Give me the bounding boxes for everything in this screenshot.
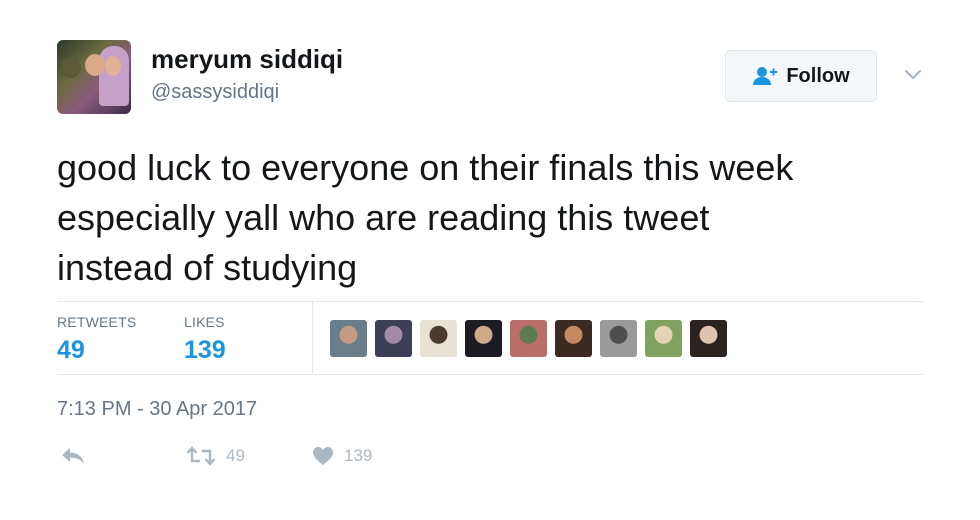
- liker-avatar[interactable]: [510, 320, 547, 357]
- liker-avatar[interactable]: [690, 320, 727, 357]
- add-user-icon: [753, 67, 778, 85]
- liker-avatar[interactable]: [465, 320, 502, 357]
- liker-avatar[interactable]: [330, 320, 367, 357]
- liker-avatar[interactable]: [600, 320, 637, 357]
- tweet-text-line: good luck to everyone on their finals th…: [57, 147, 794, 188]
- retweets-label[interactable]: RETWEETS: [57, 314, 136, 330]
- follow-button[interactable]: Follow: [725, 50, 877, 102]
- like-action-count: 139: [344, 446, 373, 465]
- avatar-detail: [105, 56, 121, 76]
- retweets-count[interactable]: 49: [57, 336, 85, 365]
- divider: [312, 302, 313, 374]
- reply-button[interactable]: [60, 446, 86, 466]
- user-handle[interactable]: @sassysiddiqi: [151, 81, 279, 104]
- avatar-detail: [99, 46, 129, 106]
- retweet-button[interactable]: 49: [186, 446, 245, 466]
- tweet-text-line: especially yall who are reading this twe…: [57, 197, 710, 238]
- divider: [57, 374, 924, 375]
- liker-avatar[interactable]: [420, 320, 457, 357]
- reply-icon: [62, 448, 84, 464]
- likes-count[interactable]: 139: [184, 336, 226, 365]
- tweet-text-line: instead of studying: [57, 247, 358, 288]
- likes-label[interactable]: LIKES: [184, 314, 225, 330]
- heart-icon: [313, 447, 333, 465]
- tweet-timestamp[interactable]: 7:13 PM - 30 Apr 2017: [57, 398, 257, 421]
- liker-avatar[interactable]: [555, 320, 592, 357]
- liker-avatar[interactable]: [375, 320, 412, 357]
- avatar-detail: [61, 58, 81, 78]
- tweet-text: good luck to everyone on their finals th…: [57, 143, 937, 293]
- follow-button-label: Follow: [786, 64, 850, 87]
- avatar[interactable]: [57, 40, 131, 114]
- divider: [57, 301, 924, 302]
- display-name[interactable]: meryum siddiqi: [151, 44, 343, 75]
- liker-avatar[interactable]: [645, 320, 682, 357]
- chevron-down-icon[interactable]: [902, 63, 924, 85]
- avatar-detail: [85, 54, 105, 76]
- likers-avatars: [330, 320, 727, 357]
- like-button[interactable]: 139: [312, 446, 372, 466]
- retweet-action-count: 49: [226, 446, 245, 465]
- retweet-icon: [186, 446, 216, 466]
